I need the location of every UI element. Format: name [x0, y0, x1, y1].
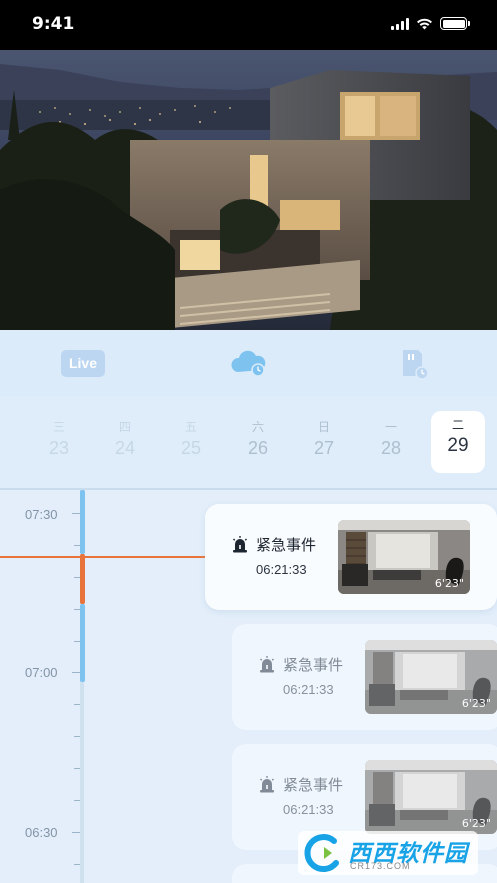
date-weekday: 五 — [184, 420, 197, 434]
date-day: 23 — [48, 438, 70, 458]
date-weekday: 二 — [451, 418, 464, 432]
date-day: 25 — [180, 438, 202, 458]
time-label: 07:30 — [25, 507, 58, 522]
event-time: 06:21:33 — [283, 802, 334, 817]
date-weekday: 日 — [317, 420, 330, 434]
cellular-signal-icon — [391, 17, 409, 30]
event-title: 紧急事件 — [283, 656, 344, 674]
timeline-tick — [72, 832, 80, 833]
status-time: 9:41 — [32, 14, 75, 34]
date-item[interactable]: 日 27 — [297, 418, 351, 474]
mode-tab-row: Live — [0, 330, 497, 396]
date-item[interactable]: 一 28 — [364, 418, 418, 474]
alarm-segment[interactable] — [80, 554, 85, 604]
playhead-line[interactable] — [0, 556, 205, 558]
date-item[interactable]: 五 25 — [164, 418, 218, 474]
date-day: 24 — [114, 438, 136, 458]
date-weekday: 六 — [251, 420, 264, 434]
video-frame-image — [0, 50, 497, 330]
event-thumbnail[interactable]: 6'23" — [365, 640, 497, 714]
timeline-tick — [72, 513, 80, 514]
date-day: 27 — [313, 438, 335, 458]
event-title-row: 紧急事件 — [231, 534, 316, 555]
date-day: 26 — [247, 438, 269, 458]
event-card[interactable]: 紧急事件 06:21:33 6'23" — [232, 624, 497, 730]
timeline-tick — [74, 768, 80, 769]
timeline-tick — [74, 545, 80, 546]
tab-cloud-playback[interactable] — [230, 348, 268, 378]
timeline-tick — [72, 672, 80, 673]
watermark-domain: CR173.COM — [350, 861, 411, 871]
tab-sd-card-playback[interactable] — [400, 348, 430, 380]
battery-icon — [440, 17, 470, 30]
recording-segment[interactable] — [80, 604, 85, 682]
date-weekday: 三 — [52, 420, 65, 434]
timeline-tick — [74, 641, 80, 642]
date-item[interactable]: 六 26 — [231, 418, 285, 474]
event-duration: 6'23" — [461, 697, 491, 710]
wifi-icon — [417, 18, 432, 29]
alarm-siren-icon — [233, 536, 247, 553]
date-item[interactable]: 三 23 — [32, 418, 86, 474]
alarm-siren-icon — [260, 776, 274, 793]
time-label: 07:00 — [25, 665, 58, 680]
event-duration: 6'23" — [434, 577, 464, 590]
timeline-tick — [74, 609, 80, 610]
event-title-row: 紧急事件 — [258, 774, 343, 795]
status-icons — [391, 17, 470, 30]
timeline-tick — [74, 864, 80, 865]
time-label: 06:30 — [25, 825, 58, 840]
date-weekday: 一 — [384, 420, 397, 434]
date-day: 28 — [380, 438, 402, 458]
date-weekday: 四 — [118, 420, 131, 434]
timeline-tick — [74, 736, 80, 737]
event-duration: 6'23" — [461, 817, 491, 830]
event-thumbnail[interactable]: 6'23" — [365, 760, 497, 834]
event-card[interactable]: 紧急事件 06:21:33 6'23" — [205, 504, 497, 610]
sd-card-clock-icon — [403, 350, 429, 380]
date-day: 29 — [447, 435, 469, 456]
date-item-selected[interactable]: 二 29 — [431, 411, 485, 473]
watermark-c-icon — [304, 834, 339, 873]
alarm-siren-icon — [260, 656, 274, 673]
event-time: 06:21:33 — [283, 682, 334, 697]
event-timeline[interactable]: 07:30 07:00 06:30 紧急事件 06:21:33 6'23" 紧急… — [0, 490, 497, 883]
date-picker: 三 23 四 24 五 25 六 26 日 27 一 28 二 29 — [0, 396, 497, 488]
event-title-row: 紧急事件 — [258, 654, 343, 675]
timeline-tick — [74, 577, 80, 578]
cloud-clock-icon — [231, 350, 266, 377]
event-thumbnail[interactable]: 6'23" — [338, 520, 470, 594]
event-title: 紧急事件 — [256, 536, 317, 554]
event-time: 06:21:33 — [256, 562, 307, 577]
status-bar: 9:41 — [0, 0, 497, 50]
live-video-feed[interactable] — [0, 50, 497, 330]
date-item[interactable]: 四 24 — [98, 418, 152, 474]
watermark-logo: 西西软件园 CR173.COM — [298, 831, 478, 875]
timeline-tick — [74, 704, 80, 705]
tab-live[interactable]: Live — [61, 350, 105, 377]
recording-segment[interactable] — [80, 490, 85, 554]
event-title: 紧急事件 — [283, 776, 344, 794]
timeline-tick — [74, 800, 80, 801]
